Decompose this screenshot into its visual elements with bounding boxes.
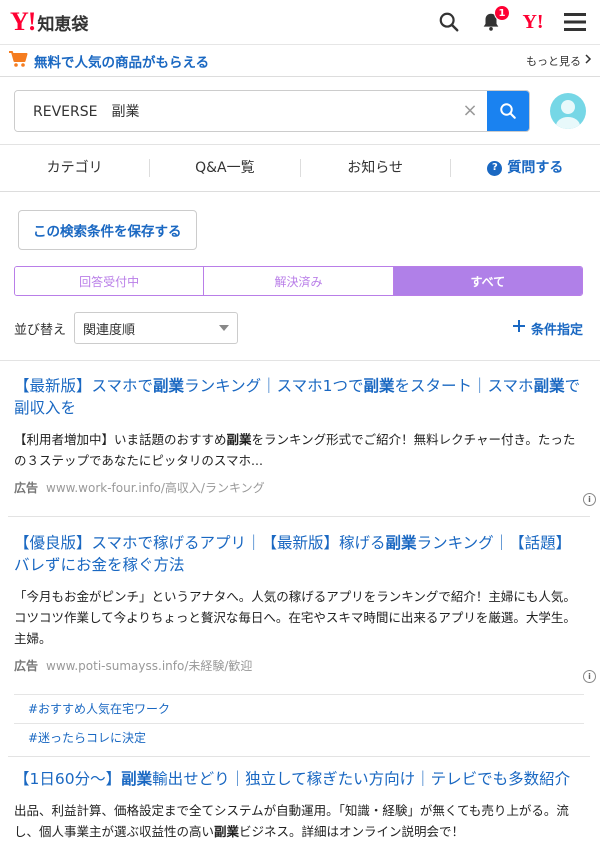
search-input[interactable] [15,90,453,131]
bell-icon[interactable]: 1 [478,5,510,35]
promo-more-link[interactable]: もっと見る [526,53,592,69]
yahoo-logo-mark: Y! [10,7,36,36]
divider [8,756,590,757]
search-area: × [0,77,600,145]
ad-url-row: 広告 www.poti-sumayss.info/未経験/歓迎 [14,657,586,674]
sort-left: 並び替え 関連度順 [14,312,239,344]
nav-item-news[interactable]: お知らせ [301,159,451,177]
tab-resolved[interactable]: 解決済み [204,267,394,295]
promo-text: 無料で人気の商品がもらえる [34,54,210,71]
yahoo-japan-mark: Y! [522,10,544,33]
promo-more-label: もっと見る [526,54,581,68]
chevron-down-icon [219,325,230,331]
ad-title[interactable]: 【1日60分〜】副業輸出せどり｜独立して稼ぎたい方向け｜テレビでも多数紹介 [14,768,586,790]
menu-icon[interactable] [562,9,588,35]
ad-item: 【優良版】スマホで稼げるアプリ｜【最新版】稼げる副業ランキング｜【話題】バレずに… [14,532,586,674]
clear-icon[interactable]: × [453,90,487,131]
nav-item-category[interactable]: カテゴリ [0,159,151,177]
ad-description: 「今月もお金がピンチ」というアナタへ。人気の稼げるアプリをランキングで紹介！主婦… [14,589,576,646]
ad-label: 広告 [14,659,39,673]
ad-sitelink[interactable]: #おすすめ人気在宅ワーク [14,694,584,722]
divider [8,516,590,517]
ad-item: 【最新版】スマホで副業ランキング｜スマホ1つで副業をスタート｜スマホ副業で副収入… [14,375,586,496]
ad-title[interactable]: 【最新版】スマホで副業ランキング｜スマホ1つで副業をスタート｜スマホ副業で副収入… [14,375,586,419]
sort-row: 並び替え 関連度順 条件指定 [14,312,583,344]
yahoo-japan-icon[interactable]: Y! [520,9,546,35]
ad-url-row: 広告 www.work-four.info/高収入/ランキング [14,479,586,496]
info-icon[interactable]: i [583,493,596,506]
ad-sitelink[interactable]: #迷ったらコレに決定 [14,723,584,751]
save-search-button[interactable]: この検索条件を保存する [18,210,197,250]
sort-select[interactable]: 関連度順 [74,312,239,344]
ad-item: 【1日60分〜】副業輸出せどり｜独立して稼ぎたい方向け｜テレビでも多数紹介 出品… [14,768,586,842]
nav-item-qa-list[interactable]: Q&A一覧 [150,159,301,177]
divider [0,360,600,361]
cart-icon [8,50,28,72]
search-icon[interactable] [436,9,462,35]
promo-banner[interactable]: 無料で人気の商品がもらえる もっと見る [0,45,600,77]
chevron-right-icon [584,54,592,67]
main-nav: カテゴリ Q&A一覧 お知らせ ? 質問する [0,145,600,192]
notification-badge: 1 [494,5,510,21]
question-icon: ? [487,160,503,176]
logo-text: 知恵袋 [37,14,89,35]
ad-url[interactable]: www.poti-sumayss.info/未経験/歓迎 [46,657,252,674]
plus-icon [512,320,525,336]
search-icon [500,102,516,119]
info-icon[interactable]: i [583,670,596,683]
tab-open[interactable]: 回答受付中 [15,267,205,295]
nav-item-ask-question[interactable]: ? 質問する [451,159,600,177]
add-condition-button[interactable]: 条件指定 [512,319,583,338]
app-header: Y! 知恵袋 1 Y! [0,0,600,45]
ad-description: 出品、利益計算、価格設定まで全てシステムが自動運用。「知識・経験」が無くても売り… [14,803,569,839]
ad-description: 【利用者増加中】いま話題のおすすめ副業をランキング形式でご紹介！無料レクチャー付… [14,432,576,468]
search-box: × [14,89,530,132]
logo[interactable]: Y! 知恵袋 [10,9,88,35]
status-filter-tabs: 回答受付中 解決済み すべて [14,266,583,296]
header-icons: 1 Y! [436,5,588,35]
tab-all[interactable]: すべて [393,267,582,295]
promo-left: 無料で人気の商品がもらえる [8,50,209,72]
ad-url[interactable]: www.work-four.info/高収入/ランキング [46,479,265,496]
ask-label: 質問する [507,160,564,176]
ad-title[interactable]: 【優良版】スマホで稼げるアプリ｜【最新版】稼げる副業ランキング｜【話題】バレずに… [14,532,586,576]
sort-selected-value: 関連度順 [83,322,136,338]
condition-label: 条件指定 [530,322,583,338]
sort-label: 並び替え [14,322,67,338]
avatar[interactable] [550,92,586,129]
ad-label: 広告 [14,481,39,495]
search-button[interactable] [487,90,529,131]
